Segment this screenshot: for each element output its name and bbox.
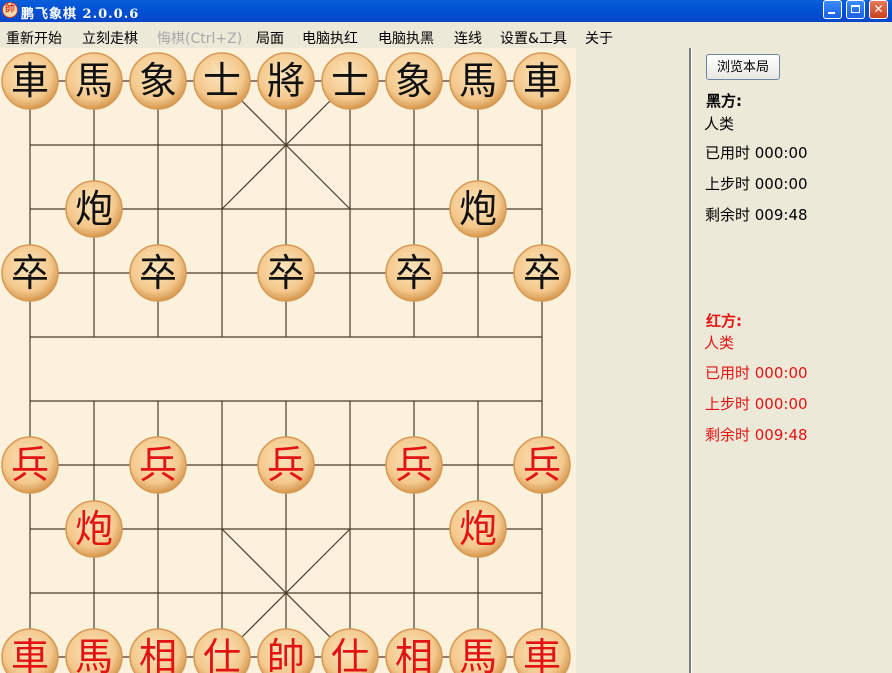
black-player-type: 人类: [704, 115, 735, 133]
piece-red[interactable]: 車: [1, 628, 59, 673]
piece-glyph: 士: [331, 59, 369, 103]
red-used-time: 已用时 000:00: [705, 364, 808, 382]
piece-red[interactable]: 帥: [257, 628, 315, 673]
piece-black[interactable]: 馬: [449, 52, 507, 110]
piece-red[interactable]: 炮: [65, 500, 123, 558]
menu-undo[interactable]: 悔棋(Ctrl+Z): [157, 28, 242, 48]
piece-glyph: 士: [203, 59, 241, 103]
piece-black[interactable]: 卒: [513, 244, 571, 302]
piece-glyph: 卒: [395, 251, 433, 295]
menu-position[interactable]: 局面: [256, 28, 284, 48]
piece-red[interactable]: 兵: [385, 436, 443, 494]
piece-red[interactable]: 相: [129, 628, 187, 673]
menu-move-now[interactable]: 立刻走棋: [82, 28, 138, 48]
menu-about[interactable]: 关于: [585, 28, 613, 48]
piece-glyph: 將: [267, 59, 305, 103]
piece-red[interactable]: 兵: [257, 436, 315, 494]
red-last-move-time: 上步时 000:00: [705, 395, 808, 413]
piece-glyph: 炮: [75, 187, 113, 231]
piece-glyph: 相: [139, 635, 177, 673]
piece-red[interactable]: 兵: [129, 436, 187, 494]
piece-glyph: 相: [395, 635, 433, 673]
piece-glyph: 兵: [11, 443, 49, 487]
piece-glyph: 卒: [139, 251, 177, 295]
chess-board[interactable]: 車馬象士將士象馬車炮炮卒卒卒卒卒兵兵兵兵兵炮炮車馬相仕帥仕相馬車: [0, 48, 576, 673]
close-icon: ✕: [873, 2, 884, 16]
piece-glyph: 卒: [523, 251, 561, 295]
piece-glyph: 車: [11, 59, 49, 103]
piece-glyph: 馬: [75, 635, 113, 673]
piece-glyph: 卒: [11, 251, 49, 295]
piece-black[interactable]: 象: [129, 52, 187, 110]
minimize-icon: [828, 12, 835, 14]
menu-settings-tools[interactable]: 设置&工具: [500, 28, 567, 48]
piece-red[interactable]: 兵: [1, 436, 59, 494]
piece-glyph: 仕: [331, 635, 369, 673]
menu-restart[interactable]: 重新开始: [6, 28, 62, 48]
piece-glyph: 馬: [459, 59, 497, 103]
piece-red[interactable]: 仕: [321, 628, 379, 673]
red-remaining-time: 剩余时 009:48: [705, 426, 808, 444]
piece-black[interactable]: 馬: [65, 52, 123, 110]
piece-black[interactable]: 卒: [257, 244, 315, 302]
panel-divider: [689, 48, 692, 673]
browse-game-button[interactable]: 浏览本局: [706, 54, 780, 80]
piece-black[interactable]: 將: [257, 52, 315, 110]
piece-black[interactable]: 士: [193, 52, 251, 110]
black-used-time: 已用时 000:00: [705, 144, 808, 162]
piece-red[interactable]: 馬: [65, 628, 123, 673]
piece-black[interactable]: 象: [385, 52, 443, 110]
app-logo-icon[interactable]: 帥: [2, 2, 18, 18]
piece-black[interactable]: 卒: [1, 244, 59, 302]
piece-black[interactable]: 卒: [385, 244, 443, 302]
piece-glyph: 兵: [395, 443, 433, 487]
piece-black[interactable]: 車: [513, 52, 571, 110]
menu-computer-black[interactable]: 电脑执黑: [378, 28, 434, 48]
piece-glyph: 帥: [267, 635, 305, 673]
maximize-icon: [851, 5, 860, 13]
window-title: 鹏飞象棋 2.0.0.6: [21, 7, 140, 22]
piece-glyph: 象: [139, 59, 177, 103]
piece-glyph: 卒: [267, 251, 305, 295]
piece-glyph: 車: [523, 59, 561, 103]
piece-glyph: 馬: [75, 59, 113, 103]
title-bar[interactable]: 帥 鹏飞象棋 2.0.0.6 ✕: [0, 0, 892, 22]
close-button[interactable]: ✕: [869, 0, 888, 19]
piece-black[interactable]: 士: [321, 52, 379, 110]
black-side-heading: 黑方:: [706, 92, 742, 110]
menu-online[interactable]: 连线: [454, 28, 482, 48]
piece-glyph: 兵: [139, 443, 177, 487]
piece-glyph: 兵: [267, 443, 305, 487]
menu-bar: 重新开始 立刻走棋 悔棋(Ctrl+Z) 局面 电脑执红 电脑执黑 连线 设置&…: [0, 22, 892, 48]
piece-red[interactable]: 兵: [513, 436, 571, 494]
black-remaining-time: 剩余时 009:48: [705, 206, 808, 224]
piece-black[interactable]: 車: [1, 52, 59, 110]
minimize-button[interactable]: [823, 0, 842, 19]
piece-glyph: 炮: [459, 507, 497, 551]
red-player-type: 人类: [704, 334, 735, 352]
board-canvas[interactable]: 車馬象士將士象馬車炮 炮卒卒卒卒卒兵兵兵兵兵炮 炮車馬相仕帥仕相馬車: [0, 48, 576, 673]
red-side-heading: 红方:: [706, 312, 742, 330]
piece-glyph: 象: [395, 59, 433, 103]
maximize-button[interactable]: [846, 0, 865, 19]
piece-black[interactable]: 炮: [449, 180, 507, 238]
piece-black[interactable]: 炮: [65, 180, 123, 238]
piece-red[interactable]: 仕: [193, 628, 251, 673]
piece-red[interactable]: 炮: [449, 500, 507, 558]
piece-red[interactable]: 車: [513, 628, 571, 673]
piece-glyph: 車: [523, 635, 561, 673]
piece-glyph: 炮: [75, 507, 113, 551]
piece-glyph: 仕: [203, 635, 241, 673]
piece-red[interactable]: 馬: [449, 628, 507, 673]
piece-red[interactable]: 相: [385, 628, 443, 673]
piece-glyph: 炮: [459, 187, 497, 231]
piece-glyph: 馬: [459, 635, 497, 673]
piece-glyph: 兵: [523, 443, 561, 487]
piece-glyph: 車: [11, 635, 49, 673]
black-last-move-time: 上步时 000:00: [705, 175, 808, 193]
piece-black[interactable]: 卒: [129, 244, 187, 302]
menu-computer-red[interactable]: 电脑执红: [302, 28, 358, 48]
